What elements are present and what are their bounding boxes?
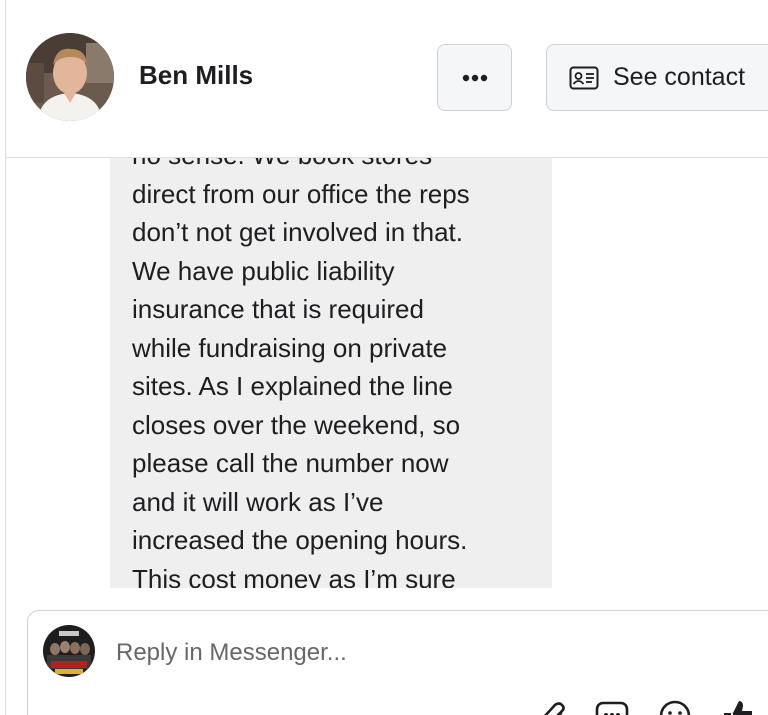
message-text: no sense. We book stores direct from our…	[110, 158, 552, 588]
more-options-button[interactable]	[437, 44, 512, 111]
attach-icon[interactable]	[533, 697, 567, 715]
message-line: please call the number now	[132, 448, 449, 478]
contact-avatar[interactable]	[26, 33, 114, 121]
message-line: This cost money as I’m sure	[132, 563, 456, 589]
message-line: insurance that is required	[132, 294, 424, 324]
messenger-conversation-panel: Ben Mills See contact no sense. W	[0, 0, 768, 715]
message-bubble[interactable]: no sense. We book stores direct from our…	[110, 158, 552, 588]
message-line: sites. As I explained the line	[132, 371, 453, 401]
contact-name[interactable]: Ben Mills	[139, 60, 253, 91]
message-line: closes over the weekend, so	[132, 409, 461, 440]
more-options-icon	[462, 74, 487, 81]
see-contact-button[interactable]: See contact	[546, 44, 768, 111]
message-line: while fundraising on private	[132, 332, 448, 363]
reply-input[interactable]	[116, 633, 676, 673]
contact-avatar-photo	[26, 33, 114, 121]
like-icon[interactable]	[721, 697, 755, 715]
message-line: don’t not get involved in that.	[132, 217, 464, 247]
message-line: direct from our office the reps	[132, 178, 470, 209]
gif-icon[interactable]	[595, 697, 629, 715]
conversation-header: Ben Mills See contact	[6, 0, 768, 158]
reply-composer[interactable]	[27, 610, 768, 715]
message-line: no sense. We book stores	[132, 158, 534, 175]
message-line: and it will work as I’ve	[132, 486, 384, 517]
emoji-icon[interactable]	[658, 697, 692, 715]
see-contact-label: See contact	[613, 63, 746, 91]
contact-card-icon	[569, 66, 599, 89]
user-avatar[interactable]	[43, 625, 95, 677]
message-line: increased the opening hours.	[132, 525, 468, 555]
message-line: We have public liability	[132, 255, 395, 286]
user-avatar-photo	[43, 625, 95, 677]
message-thread[interactable]: no sense. We book stores direct from our…	[6, 158, 768, 588]
